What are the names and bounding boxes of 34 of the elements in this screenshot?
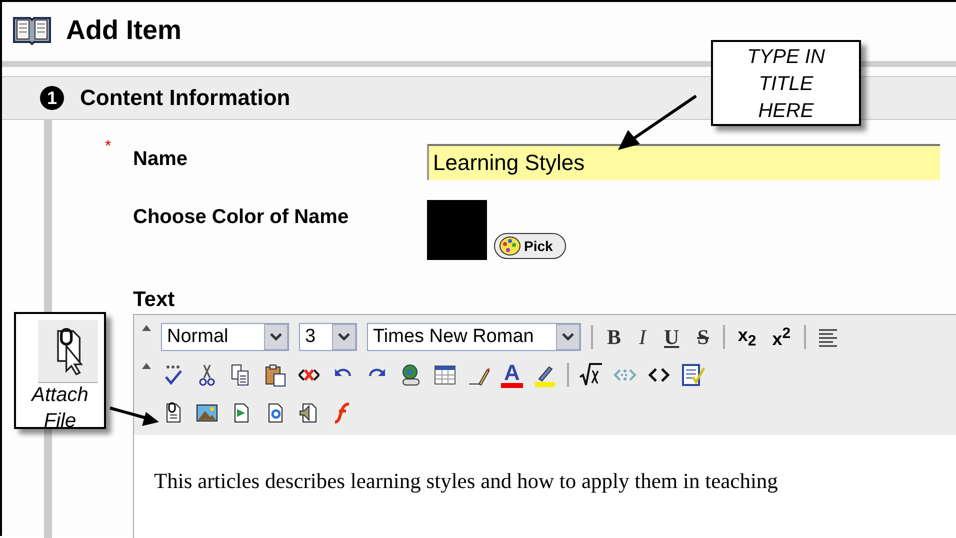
step-number: 1 — [40, 86, 64, 110]
editor-body-text: This articles describes learning styles and how to apply them in teaching — [154, 469, 778, 493]
required-mark: * — [105, 138, 112, 156]
superscript-button[interactable]: x$^{2}$ — [769, 324, 794, 350]
bold-button[interactable]: B — [603, 324, 626, 350]
dropdown-caret-icon[interactable] — [562, 333, 574, 341]
paste-icon[interactable] — [263, 363, 287, 387]
name-label: Name — [133, 148, 188, 170]
palette-icon — [499, 236, 521, 256]
underline-button[interactable]: U — [660, 324, 684, 350]
page-title: Add Item — [66, 14, 182, 46]
equation-icon[interactable] — [578, 363, 603, 387]
table-icon[interactable] — [433, 363, 457, 387]
italic-button[interactable]: I — [635, 324, 650, 350]
size-select[interactable]: 3 — [299, 323, 357, 351]
collapse-icon[interactable] — [142, 363, 151, 369]
section-title: Content Information — [80, 85, 290, 111]
book-icon — [12, 14, 52, 46]
font-color-button[interactable]: A — [501, 362, 523, 388]
font-select[interactable]: Times New Roman — [367, 323, 581, 351]
collapse-icon[interactable] — [142, 325, 151, 331]
callout-text: Attach File — [32, 384, 88, 432]
callout-text: TYPE IN TITLE HERE — [747, 46, 825, 122]
name-input[interactable]: Learning Styles — [427, 144, 940, 180]
pointer-arrow — [108, 404, 160, 428]
text-label: Text — [133, 288, 175, 311]
color-label: Choose Color of Name — [133, 206, 349, 228]
pick-button[interactable]: Pick — [494, 233, 566, 259]
subscript-button[interactable]: x$_{2}$ — [734, 324, 760, 350]
strike-button[interactable]: S — [693, 324, 713, 350]
style-select[interactable]: Normal — [161, 323, 289, 351]
dropdown-caret-icon[interactable] — [270, 333, 282, 341]
spellcheck-document-icon[interactable] — [680, 363, 705, 387]
dropdown-caret-icon[interactable] — [338, 333, 350, 341]
